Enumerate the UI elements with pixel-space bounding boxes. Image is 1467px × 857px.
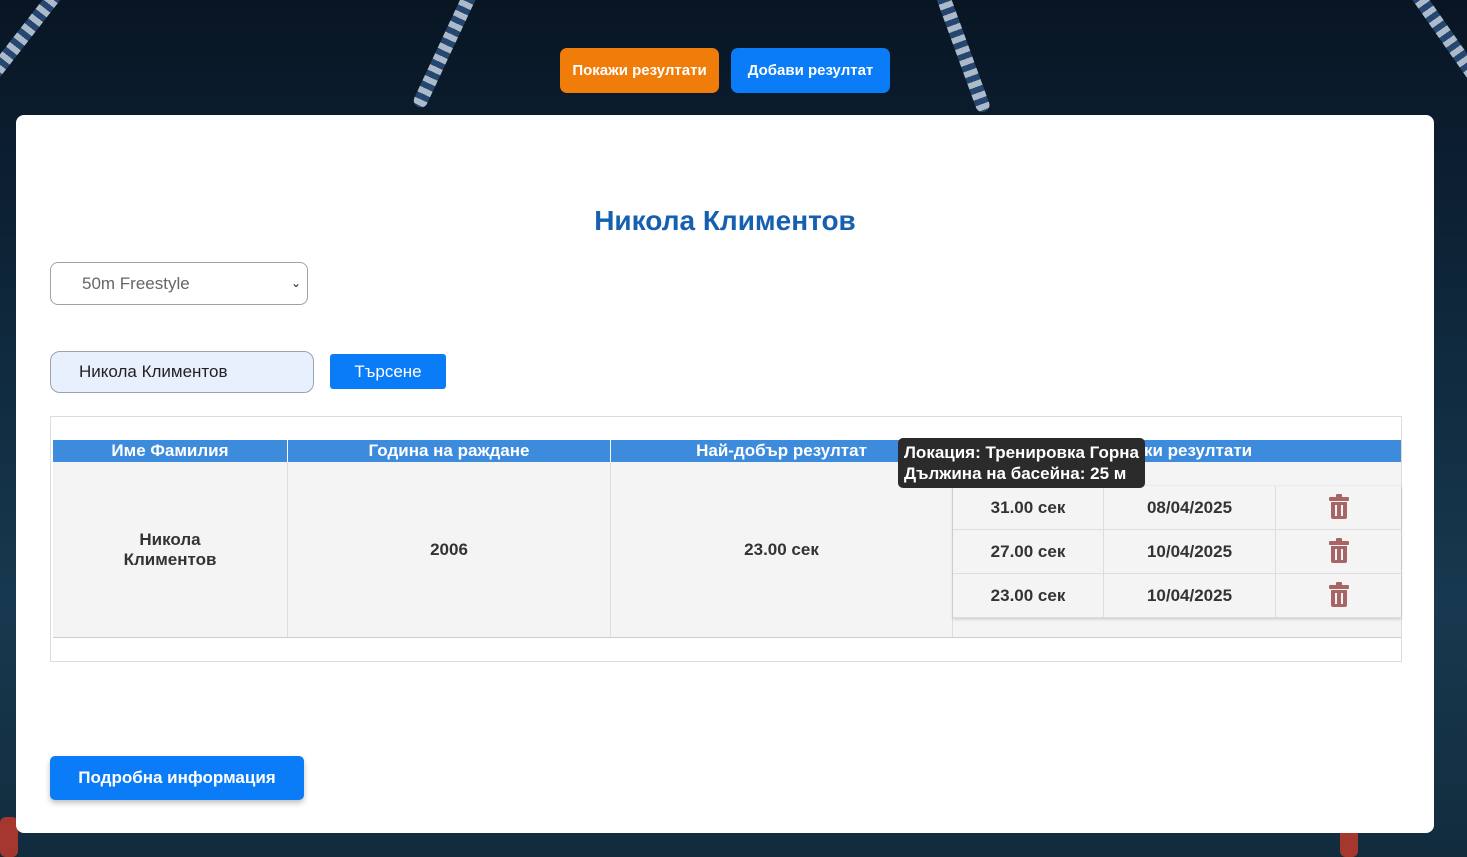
search-input-value: Никола Климентов (79, 362, 228, 381)
result-date: 10/04/2025 (1104, 530, 1276, 573)
lane-rope (930, 0, 992, 114)
table-header: Име Фамилия Година на раждане Най-добър … (53, 440, 1401, 462)
lane-rope (0, 0, 73, 95)
tooltip-pool-length: Дължина на басейна: 25 м (904, 464, 1127, 483)
discipline-select-value: 50m Freestyle (82, 273, 190, 293)
result-time: 31.00 сек (953, 486, 1104, 529)
search-input[interactable]: Никола Климентов (50, 351, 314, 393)
result-date: 08/04/2025 (1104, 486, 1276, 529)
chevron-down-icon: ⌄ (290, 276, 301, 290)
results-table: Име Фамилия Година на раждане Най-добър … (50, 416, 1402, 662)
delete-cell (1276, 486, 1401, 529)
discipline-select[interactable]: 50m Freestyle ⌄ (50, 262, 308, 305)
lane-rope (411, 0, 484, 110)
location-tooltip: Локация: Тренировка Горна Дължина на бас… (898, 438, 1145, 488)
tooltip-location: Локация: Тренировка Горна (904, 443, 1139, 462)
result-date: 10/04/2025 (1104, 574, 1276, 617)
cell-birth-year: 2006 (288, 462, 611, 637)
trash-icon[interactable] (1328, 493, 1349, 519)
result-row: 31.00 сек 08/04/2025 (953, 486, 1401, 530)
search-button[interactable]: Търсене (330, 354, 446, 389)
show-results-button[interactable]: Покажи резултати (560, 48, 719, 93)
cell-all-results: 31.00 сек 08/04/2025 27.00 сек 10/04/202… (953, 462, 1401, 637)
delete-cell (1276, 574, 1401, 617)
add-result-button[interactable]: Добави резултат (731, 48, 890, 93)
detailed-info-button[interactable]: Подробна информация (50, 756, 304, 800)
result-time: 27.00 сек (953, 530, 1104, 573)
header-name: Име Фамилия (53, 440, 288, 462)
lane-rope (1401, 0, 1467, 99)
delete-cell (1276, 530, 1401, 573)
cell-best-result: 23.00 сек (611, 462, 953, 637)
result-time: 23.00 сек (953, 574, 1104, 617)
cell-name: Никола Климентов (53, 462, 288, 637)
trash-icon[interactable] (1328, 581, 1349, 607)
table-row: Никола Климентов 2006 23.00 сек 31.00 се… (53, 462, 1401, 638)
result-row: 27.00 сек 10/04/2025 (953, 530, 1401, 574)
athlete-title: Никола Климентов (594, 205, 856, 236)
result-row: 23.00 сек 10/04/2025 (953, 574, 1401, 618)
header-birth-year: Година на раждане (288, 440, 611, 462)
results-subtable: 31.00 сек 08/04/2025 27.00 сек 10/04/202… (953, 486, 1401, 618)
top-navigation: Покажи резултати Добави резултат (560, 48, 890, 93)
trash-icon[interactable] (1328, 537, 1349, 563)
cell-name-text: Никола Климентов (123, 529, 217, 569)
